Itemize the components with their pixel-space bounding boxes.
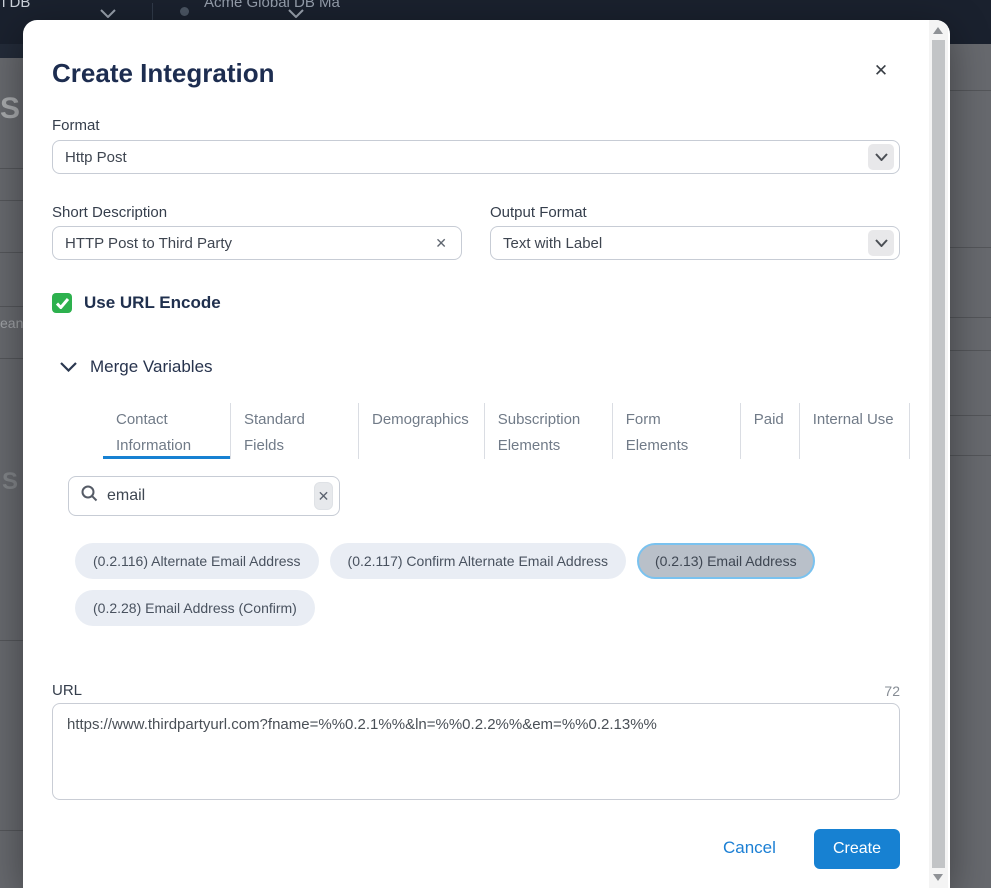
url-char-count: 72 [884,683,900,699]
cancel-button[interactable]: Cancel [723,838,776,858]
merge-variable-chip[interactable]: (0.2.116) Alternate Email Address [75,543,319,579]
tab-label: Contact Information [116,411,191,454]
merge-variables-title: Merge Variables [90,357,213,377]
background-row-line [950,317,991,318]
tab-label: Internal Use [813,411,894,428]
url-encode-label: Use URL Encode [84,293,221,313]
tab[interactable]: Demographics [359,403,485,459]
format-select[interactable]: Http Post [52,140,900,174]
scroll-down-arrow-icon[interactable] [933,874,943,881]
background-row-line [0,252,23,253]
merge-variable-chip[interactable]: (0.2.117) Confirm Alternate Email Addres… [330,543,626,579]
chevron-down-icon [100,9,116,18]
create-integration-modal: Create Integration ✕ Format Http Post Sh… [23,20,950,888]
create-button[interactable]: Create [814,829,900,869]
chip-label: (0.2.116) Alternate Email Address [93,553,301,569]
tab[interactable]: Subscription Elements [485,403,613,459]
background-tab-acme[interactable]: Acme Global DB Ma [204,0,340,11]
chevron-down-icon [875,153,888,161]
tab-label: Form Elements [626,411,689,454]
url-textarea[interactable]: https://www.thirdpartyurl.com?fname=%%0.… [52,703,900,800]
merge-variables-toggle[interactable]: Merge Variables [60,357,213,377]
clear-search-icon[interactable]: ✕ [314,482,333,510]
chevron-down-icon [875,239,888,247]
scroll-up-arrow-icon[interactable] [933,27,943,34]
tab[interactable]: Paid [741,403,800,459]
short-description-label: Short Description [52,204,167,221]
background-row-line [950,455,991,456]
url-encode-checkbox[interactable] [52,293,72,313]
status-dot-icon [180,7,189,16]
short-description-field: ✕ [52,226,462,260]
background-text-fragment: S [0,92,20,126]
output-format-label: Output Format [490,204,587,221]
url-header-row: URL 72 [52,682,900,699]
short-description-input[interactable] [65,235,431,252]
background-row-line [950,90,991,91]
background-tab-db[interactable]: l DB [2,0,30,11]
background-row-line [0,168,23,169]
tab-label: Subscription Elements [498,411,581,454]
close-icon[interactable]: ✕ [868,58,894,84]
search-input[interactable] [107,487,314,505]
tab-label: Paid [754,411,784,428]
check-icon [56,298,69,309]
background-row-line [0,200,23,201]
chip-label: (0.2.28) Email Address (Confirm) [93,600,297,616]
clear-icon[interactable]: ✕ [431,233,451,254]
background-row-line [950,415,991,416]
output-format-value: Text with Label [503,235,602,252]
merge-variable-chips: (0.2.116) Alternate Email Address (0.2.1… [75,543,905,626]
tab[interactable]: Standard Fields [231,403,359,459]
chip-label: (0.2.117) Confirm Alternate Email Addres… [348,553,608,569]
merge-variable-chip[interactable]: (0.2.28) Email Address (Confirm) [75,590,315,626]
chevron-down-icon [288,9,304,18]
background-text-fragment: ean [0,315,23,331]
merge-variables-tabs: Contact Information Standard Fields Demo… [103,403,910,459]
scrollbar-thumb[interactable] [932,40,945,868]
output-format-select[interactable]: Text with Label [490,226,900,260]
background-row-line [950,247,991,248]
modal-title: Create Integration [52,58,275,89]
modal-scrollbar[interactable] [929,20,948,888]
tab[interactable]: Internal Use [800,403,910,459]
merge-variable-search: ✕ [68,476,340,516]
url-label: URL [52,682,82,699]
url-encode-row: Use URL Encode [52,293,221,313]
background-row-line [0,640,23,641]
format-label: Format [52,117,100,134]
background-row-line [0,306,23,307]
output-format-dropdown-button[interactable] [868,230,894,256]
format-dropdown-button[interactable] [868,144,894,170]
background-text-fragment: S [2,468,18,496]
chevron-down-icon [60,362,77,372]
chip-label: (0.2.13) Email Address [655,553,797,569]
search-icon [81,485,98,507]
tab-label: Demographics [372,411,469,428]
screen: l DB Acme Global DB Ma S ean S Create In… [0,0,991,888]
background-row-line [0,358,23,359]
format-value: Http Post [65,149,127,166]
background-row-line [950,350,991,351]
tab[interactable]: Form Elements [613,403,741,459]
background-header-remnant [0,44,23,58]
tab[interactable]: Contact Information [103,403,231,459]
tab-label: Standard Fields [244,411,305,454]
background-row-line [0,830,23,831]
merge-variable-chip[interactable]: (0.2.13) Email Address [637,543,815,579]
